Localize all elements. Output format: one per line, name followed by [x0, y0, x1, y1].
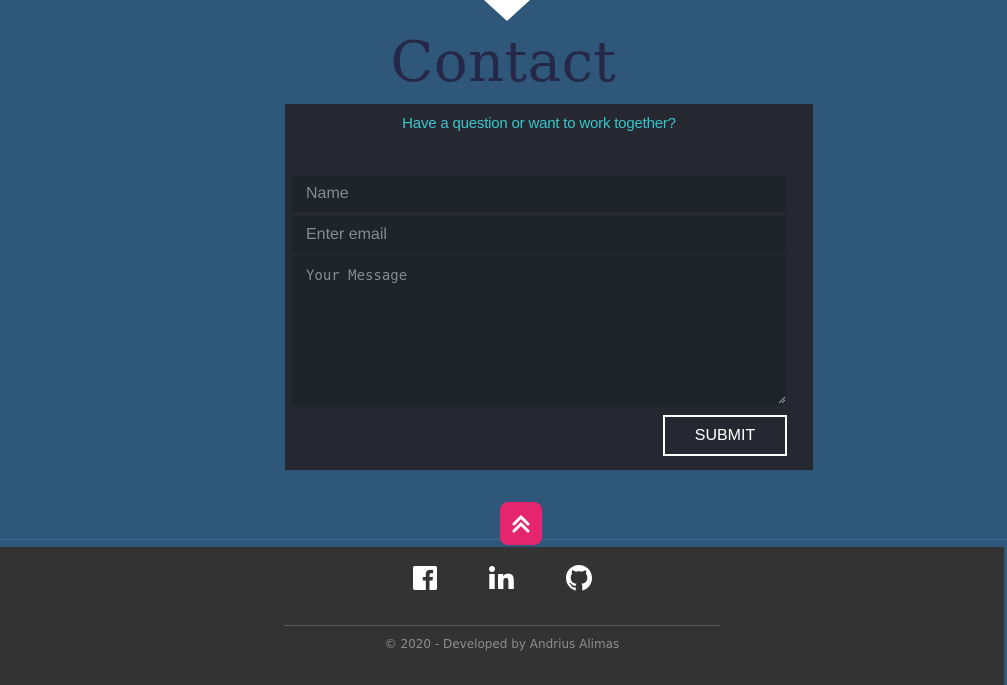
copyright-text: © 2020 - Developed by Andrius Alimas: [384, 637, 620, 651]
facebook-icon: [413, 566, 437, 590]
double-chevron-up-icon: [512, 515, 530, 532]
section-notch: [484, 0, 530, 21]
footer-divider: [284, 625, 720, 626]
name-input[interactable]: [292, 175, 786, 212]
message-textarea[interactable]: [292, 256, 786, 405]
email-input[interactable]: [292, 216, 786, 253]
resize-handle-icon[interactable]: [778, 396, 786, 404]
form-subtitle: Have a question or want to work together…: [402, 115, 676, 132]
submit-button[interactable]: SUBMIT: [663, 415, 787, 456]
linkedin-link[interactable]: [488, 564, 516, 592]
footer: © 2020 - Developed by Andrius Alimas: [0, 547, 1004, 685]
page-title: Contact: [390, 30, 617, 95]
facebook-link[interactable]: [411, 564, 439, 592]
page: Contact Have a question or want to work …: [0, 0, 1007, 685]
github-icon: [566, 565, 592, 591]
scroll-to-top-button[interactable]: [500, 502, 542, 545]
contact-form: Have a question or want to work together…: [285, 104, 813, 470]
linkedin-icon: [489, 566, 514, 589]
github-link[interactable]: [565, 564, 593, 592]
